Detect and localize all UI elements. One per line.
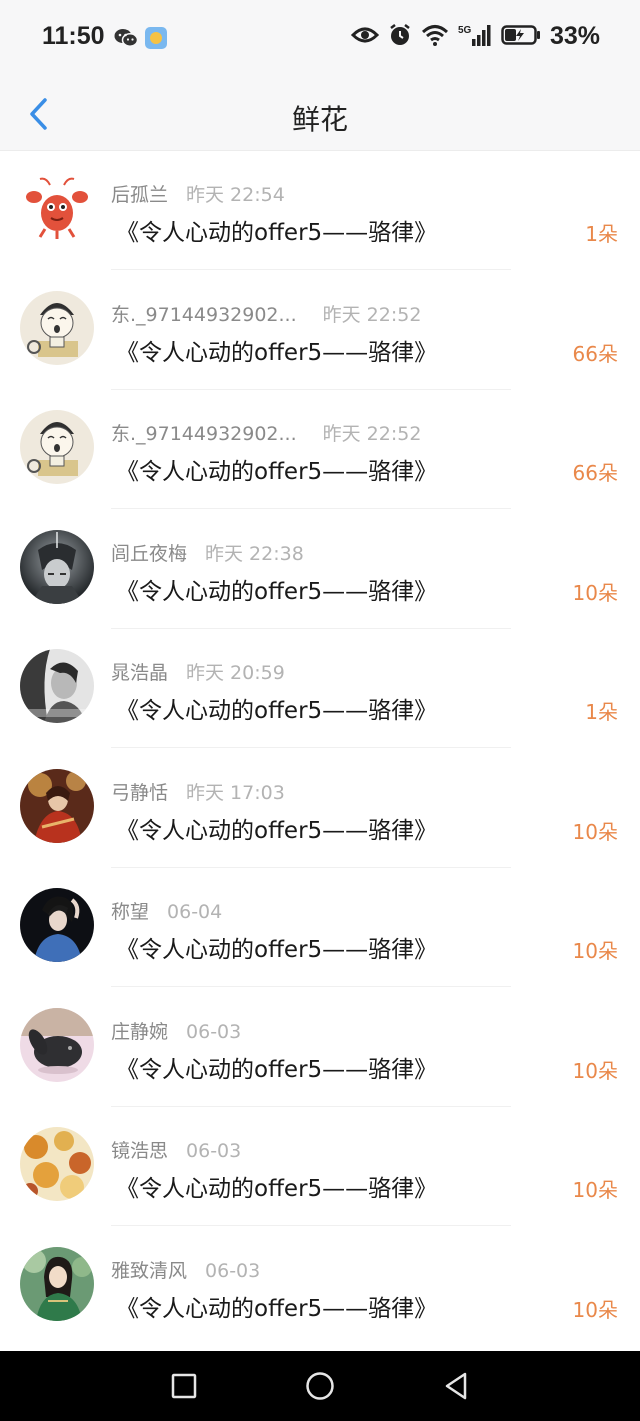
gift-item-title: 《令人心动的offer5——骆律》 <box>116 937 438 963</box>
flower-count: 66朵 <box>572 341 618 366</box>
page-title: 鲜花 <box>291 103 348 136</box>
flower-count: 10朵 <box>572 939 618 963</box>
gift-item-title: 《令人心动的offer5——骆律》 <box>116 1176 438 1202</box>
home-button[interactable] <box>302 1368 338 1404</box>
user-line: 弓静恬 昨天 17:03 <box>111 778 285 805</box>
gift-item-title: 《令人心动的offer5——骆律》 <box>116 339 438 366</box>
timestamp: 昨天 20:59 <box>186 662 285 684</box>
gift-item-title: 《令人心动的offer5——骆律》 <box>116 1295 438 1322</box>
timestamp: 06-03 <box>186 1140 242 1162</box>
status-left-icons <box>114 26 168 54</box>
gift-item-title: 《令人心动的offer5——骆律》 <box>116 459 438 485</box>
user-line: 后孤兰 昨天 22:54 <box>111 180 285 207</box>
gift-item-title: 《令人心动的offer5——骆律》 <box>116 1056 438 1083</box>
avatar[interactable] <box>20 529 94 604</box>
avatar[interactable] <box>20 1007 94 1082</box>
list-item[interactable]: 后孤兰 昨天 22:54 《令人心动的offer5——骆律》 1朵 <box>0 151 640 271</box>
timestamp: 昨天 22:38 <box>205 542 304 565</box>
user-line: 庄静婉 06-03 <box>111 1017 241 1044</box>
alarm-icon <box>388 23 412 51</box>
flower-count: 10朵 <box>572 1178 618 1202</box>
back-nav-button[interactable] <box>438 1368 474 1404</box>
avatar[interactable] <box>20 171 94 245</box>
wifi-icon <box>421 24 449 50</box>
gift-list: 后孤兰 昨天 22:54 《令人心动的offer5——骆律》 1朵 东._971… <box>0 151 640 1346</box>
cellular-signal-icon: 5G <box>458 23 492 51</box>
square-icon <box>171 1373 197 1399</box>
username[interactable]: 庄静婉 <box>111 1021 168 1043</box>
list-item[interactable]: 雅致清风 06-03 《令人心动的offer5——骆律》 10朵 <box>0 1227 640 1347</box>
list-item[interactable]: 称望 06-04 《令人心动的offer5——骆律》 10朵 <box>0 868 640 988</box>
avatar[interactable] <box>20 649 94 723</box>
user-line: 东._97144932902... 昨天 22:52 <box>111 419 421 446</box>
username[interactable]: 弓静恬 <box>111 782 168 804</box>
timestamp: 06-03 <box>205 1259 261 1282</box>
timestamp: 昨天 17:03 <box>186 781 285 804</box>
username[interactable]: 晁浩晶 <box>111 662 168 684</box>
flower-count: 10朵 <box>572 1297 618 1322</box>
flower-count: 10朵 <box>572 819 618 844</box>
list-item[interactable]: 弓静恬 昨天 17:03 《令人心动的offer5——骆律》 10朵 <box>0 749 640 869</box>
avatar[interactable] <box>20 1127 94 1201</box>
timestamp: 昨天 22:52 <box>322 303 422 326</box>
user-line: 闾丘夜梅 昨天 22:38 <box>111 539 304 566</box>
system-nav-bar <box>0 1351 640 1421</box>
username[interactable]: 镜浩思 <box>111 1140 168 1162</box>
username[interactable]: 后孤兰 <box>111 184 168 206</box>
weather-app-icon <box>144 26 168 54</box>
timestamp: 06-04 <box>167 901 223 923</box>
list-item[interactable]: 东._97144932902... 昨天 22:52 《令人心动的offer5——… <box>0 390 640 510</box>
flower-count: 1朵 <box>585 700 618 724</box>
user-line: 雅致清风 06-03 <box>111 1256 260 1283</box>
list-item[interactable]: 晁浩晶 昨天 20:59 《令人心动的offer5——骆律》 1朵 <box>0 629 640 749</box>
flower-count: 66朵 <box>572 461 618 485</box>
network-label: 5G <box>458 25 472 36</box>
flower-count: 10朵 <box>572 1058 618 1083</box>
username[interactable]: 雅致清风 <box>111 1260 187 1282</box>
list-item[interactable]: 闾丘夜梅 昨天 22:38 《令人心动的offer5——骆律》 10朵 <box>0 510 640 630</box>
status-bar: 11:50 5G 33% <box>0 0 640 78</box>
user-line: 东._97144932902... 昨天 22:52 <box>111 300 421 327</box>
battery-icon <box>501 24 541 50</box>
flower-count: 10朵 <box>572 580 618 605</box>
avatar[interactable] <box>20 410 94 484</box>
gift-item-title: 《令人心动的offer5——骆律》 <box>116 698 438 724</box>
recents-button[interactable] <box>166 1368 202 1404</box>
timestamp: 昨天 22:54 <box>186 184 285 206</box>
screen: 11:50 5G 33% 鲜花 后孤兰 昨天 22:54 《令人心动的offer… <box>0 0 640 1421</box>
username[interactable]: 称望 <box>111 901 149 923</box>
gift-item-title: 《令人心动的offer5——骆律》 <box>116 220 438 246</box>
status-right-icons: 5G 33% <box>350 22 600 51</box>
list-item[interactable]: 镜浩思 06-03 《令人心动的offer5——骆律》 10朵 <box>0 1107 640 1227</box>
user-line: 镜浩思 06-03 <box>111 1136 241 1163</box>
avatar[interactable] <box>20 888 94 962</box>
timestamp: 06-03 <box>186 1020 242 1043</box>
circle-icon <box>306 1372 334 1400</box>
username[interactable]: 东._97144932902... <box>111 423 297 445</box>
avatar[interactable] <box>20 290 94 365</box>
username[interactable]: 闾丘夜梅 <box>111 543 187 565</box>
username[interactable]: 东._97144932902... <box>111 304 297 326</box>
wechat-icon <box>114 27 139 53</box>
status-time: 11:50 <box>42 22 105 50</box>
triangle-back-icon <box>445 1372 467 1400</box>
list-item[interactable]: 东._97144932902... 昨天 22:52 《令人心动的offer5——… <box>0 271 640 391</box>
header: 鲜花 <box>0 78 640 151</box>
gift-item-title: 《令人心动的offer5——骆律》 <box>116 817 438 844</box>
eye-icon <box>350 25 380 49</box>
battery-percent: 33% <box>549 22 600 50</box>
list-item[interactable]: 庄静婉 06-03 《令人心动的offer5——骆律》 10朵 <box>0 988 640 1108</box>
user-line: 称望 06-04 <box>111 897 222 924</box>
timestamp: 昨天 22:52 <box>322 423 422 445</box>
avatar[interactable] <box>20 768 94 843</box>
gift-item-title: 《令人心动的offer5——骆律》 <box>116 578 438 605</box>
user-line: 晁浩晶 昨天 20:59 <box>111 658 285 685</box>
avatar[interactable] <box>20 1246 94 1321</box>
flower-count: 1朵 <box>585 222 618 246</box>
